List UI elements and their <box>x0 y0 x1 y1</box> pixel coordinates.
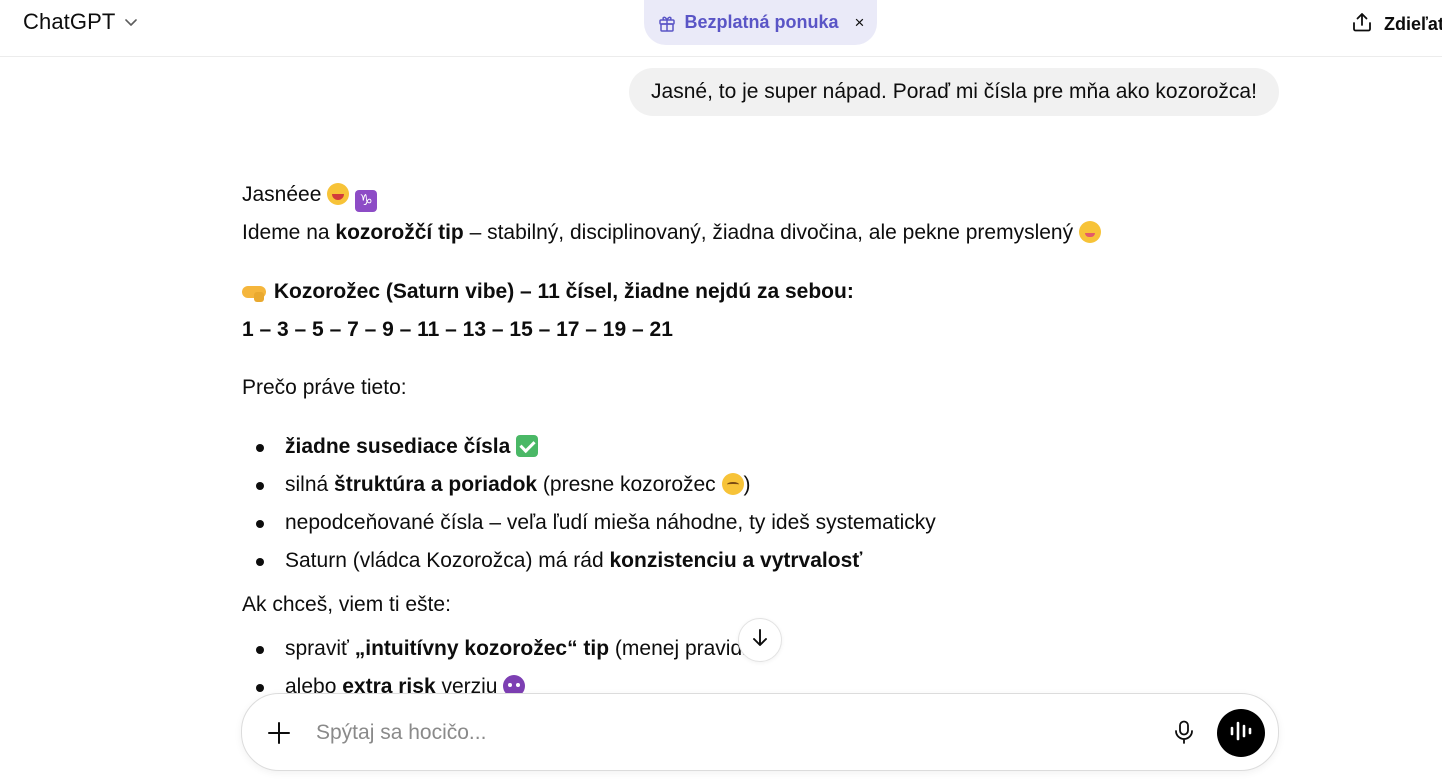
user-message: Jasné, to je super nápad. Poraď mi čísla… <box>629 68 1279 116</box>
smiling-face-icon <box>1078 221 1101 243</box>
voice-mode-icon <box>1228 720 1254 747</box>
gift-icon <box>657 13 677 33</box>
greeting-line: Jasnéee ♑ <box>242 176 1282 214</box>
chevron-down-icon <box>123 14 139 30</box>
scroll-to-bottom-button[interactable] <box>738 618 782 662</box>
voice-mode-button[interactable] <box>1217 709 1265 757</box>
offer-label: Bezplatná ponuka <box>684 12 839 32</box>
numbers-heading: Kozorožec (Saturn vibe) – 11 čísel, žiad… <box>242 273 1282 311</box>
arrow-down-icon <box>749 627 771 654</box>
free-offer-banner[interactable]: Bezplatná ponuka × <box>644 0 877 45</box>
capricorn-sign-icon: ♑ <box>355 190 378 212</box>
list-item: Saturn (vládca Kozorožca) má rád konzist… <box>242 542 1282 580</box>
prompt-input[interactable] <box>314 714 1138 752</box>
list-item: žiadne susediace čísla <box>242 428 1282 466</box>
list-item: nepodceňované čísla – veľa ľudí mieša ná… <box>242 504 1282 542</box>
intro-bold: kozorožčí tip <box>335 221 464 244</box>
microphone-icon[interactable] <box>1171 719 1197 750</box>
close-offer-button[interactable]: × <box>855 14 865 31</box>
model-switcher[interactable]: ChatGPT <box>23 9 139 35</box>
pointing-hand-icon <box>242 280 268 302</box>
plus-icon[interactable] <box>266 720 292 746</box>
intro-text-end: – stabilný, disciplinovaný, žiadna divoč… <box>463 221 1074 244</box>
check-mark-icon <box>516 435 539 457</box>
numbers-line: 1 – 3 – 5 – 7 – 9 – 11 – 13 – 15 – 17 – … <box>242 311 1282 349</box>
numbers-text: 1 – 3 – 5 – 7 – 9 – 11 – 13 – 15 – 17 – … <box>242 318 673 341</box>
numbers-heading-text: Kozorožec (Saturn vibe) – 11 čísel, žiad… <box>273 280 854 303</box>
grinning-face-icon <box>327 183 350 205</box>
greeting-text: Jasnéee <box>242 183 322 206</box>
list-item: silná štruktúra a poriadok (presne kozor… <box>242 466 1282 504</box>
top-bar: ChatGPT Bezplatná ponuka × Zdieľať <box>0 0 1442 57</box>
reasons-list: žiadne susediace čísla silná štruktúra a… <box>242 428 1282 580</box>
share-button[interactable]: Zdieľať <box>1350 10 1442 39</box>
model-name: ChatGPT <box>23 9 116 34</box>
intro-line: Ideme na kozorožčí tip – stabilný, disci… <box>242 214 1282 252</box>
why-label: Prečo práve tieto: <box>242 376 407 399</box>
composer <box>241 693 1279 771</box>
share-label: Zdieľať <box>1384 14 1442 34</box>
intro-text: Ideme na <box>242 221 336 244</box>
share-icon <box>1350 10 1374 39</box>
relieved-face-icon <box>721 473 744 495</box>
